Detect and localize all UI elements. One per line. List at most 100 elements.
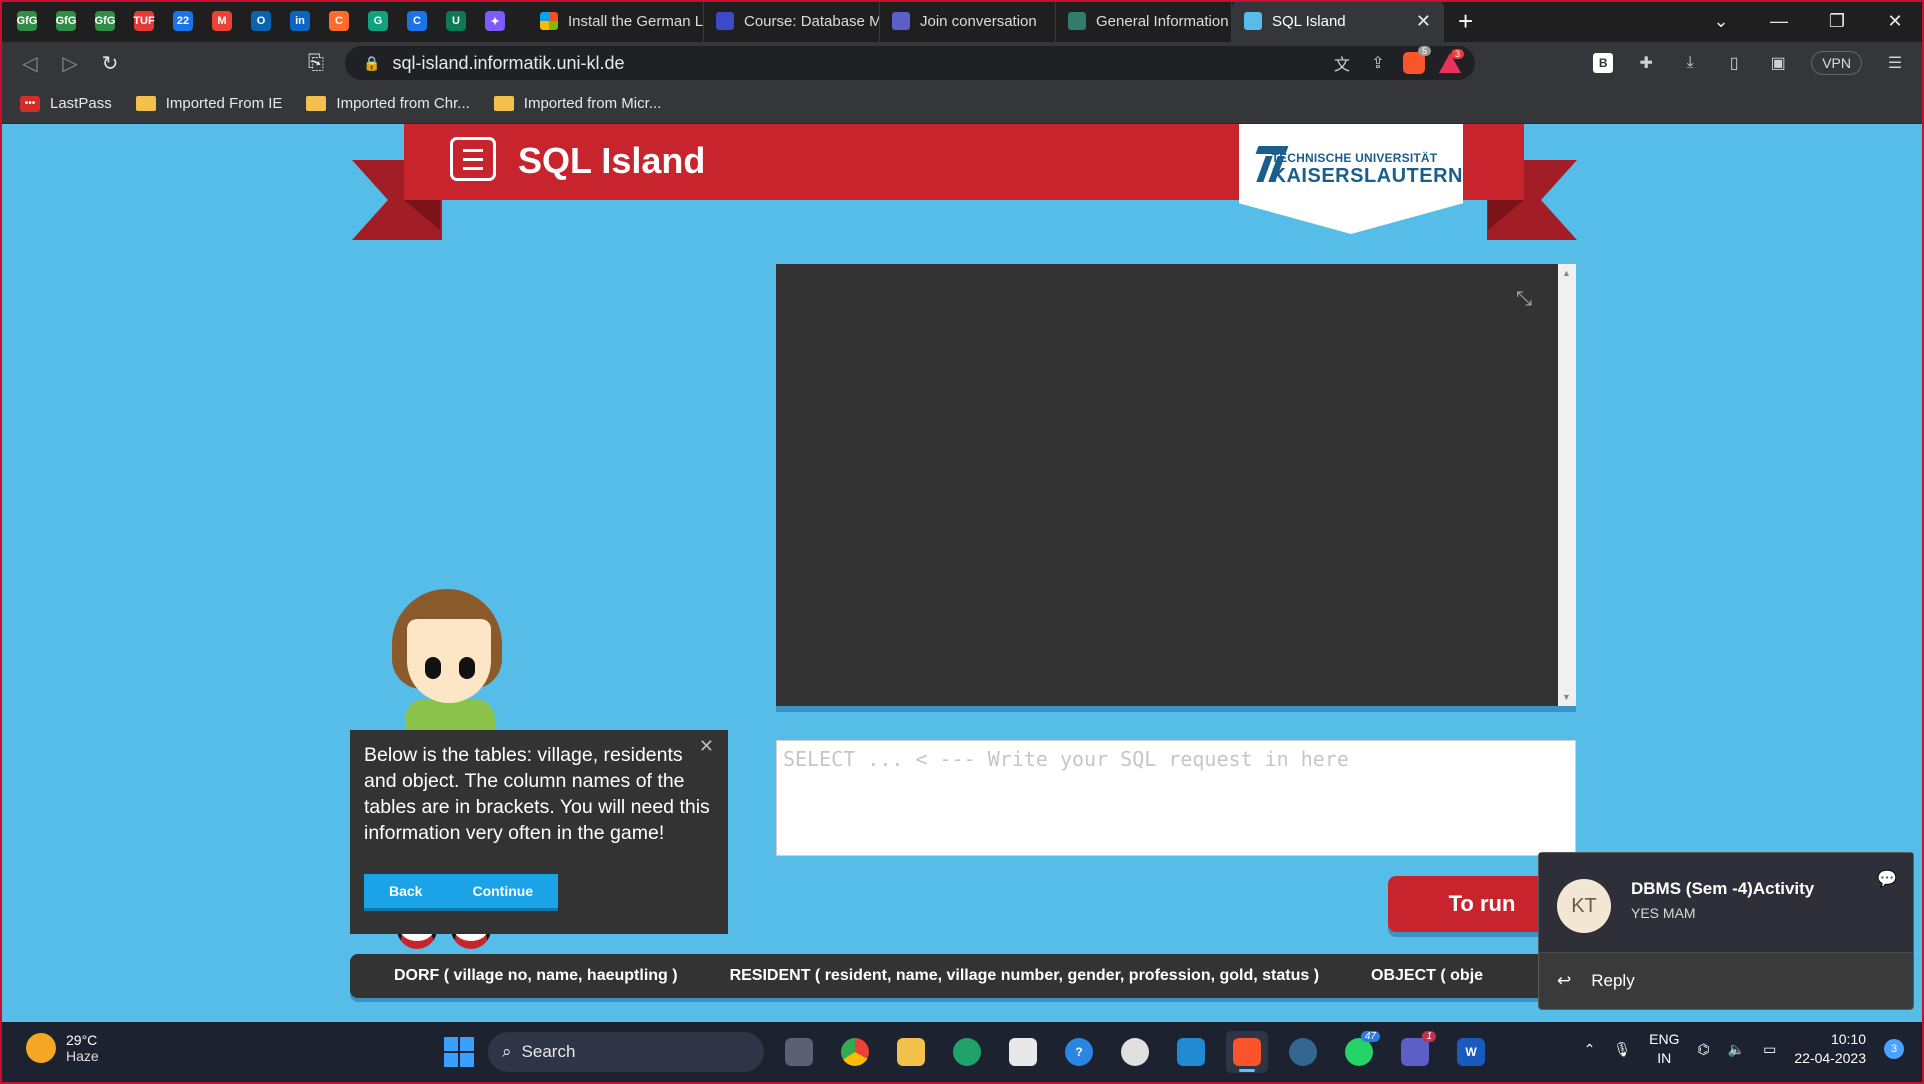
word-icon[interactable]: W bbox=[1450, 1031, 1492, 1073]
reply-button[interactable]: ↩ Reply bbox=[1539, 953, 1913, 1009]
forms-icon bbox=[1068, 12, 1086, 30]
menu-icon[interactable]: ☰ bbox=[1884, 52, 1906, 74]
bookmark-folder-microsoft[interactable]: Imported from Micr... bbox=[493, 95, 661, 112]
continue-button[interactable]: Continue bbox=[447, 874, 558, 908]
battery-icon[interactable]: ▭ bbox=[1763, 1041, 1776, 1058]
notification-count-badge[interactable]: 3 bbox=[1884, 1039, 1904, 1059]
scroll-down-icon[interactable]: ▼ bbox=[1562, 692, 1571, 702]
bookmarks-bar: ••• LastPass Imported From IE Imported f… bbox=[0, 84, 1924, 124]
university-logo[interactable]: TECHNISCHE UNIVERSITÄT KAISERSLAUTERN bbox=[1239, 124, 1463, 234]
chat-icon[interactable]: 💬 bbox=[1877, 869, 1897, 889]
edge-icon[interactable] bbox=[946, 1031, 988, 1073]
browser-toolbar: ◁ ▷ ↻ ⎘ 🔒 sql-island.informatik.uni-kl.d… bbox=[0, 42, 1924, 84]
brave-shields-icon[interactable]: 5 bbox=[1403, 46, 1431, 74]
task-view-icon[interactable] bbox=[778, 1031, 820, 1073]
table-object: OBJECT ( obje bbox=[1371, 967, 1484, 984]
chrome-icon[interactable] bbox=[834, 1031, 876, 1073]
weather-widget[interactable]: 29°C Haze bbox=[26, 1032, 99, 1064]
game-menu-icon[interactable] bbox=[450, 137, 496, 181]
console-scrollbar[interactable]: ▲ ▼ bbox=[1558, 264, 1576, 706]
close-dialog-icon[interactable]: ✕ bbox=[699, 736, 714, 757]
close-tab-icon[interactable]: ✕ bbox=[1416, 11, 1431, 32]
bookmark-folder-ie[interactable]: Imported From IE bbox=[135, 95, 282, 112]
new-tab-button[interactable]: + bbox=[1458, 6, 1473, 37]
tab-join-conversation[interactable]: Join conversation bbox=[880, 0, 1056, 42]
output-console[interactable]: ⤡ ▲ ▼ bbox=[776, 264, 1576, 712]
bookmark-folder-chrome[interactable]: Imported from Chr... bbox=[306, 95, 470, 112]
table-dorf: DORF ( village no, name, haeuptling ) bbox=[394, 967, 678, 984]
vpn-button[interactable]: VPN bbox=[1811, 51, 1862, 75]
fullscreen-icon[interactable]: ⤡ bbox=[1516, 288, 1540, 312]
pinned-tab[interactable]: TUF bbox=[129, 6, 159, 36]
forward-icon[interactable]: ▷ bbox=[50, 51, 90, 76]
dialog-buttons: Back Continue bbox=[364, 874, 559, 911]
share-icon[interactable]: ⇪ bbox=[1367, 52, 1389, 74]
tab-search-icon[interactable]: ⌄ bbox=[1692, 11, 1750, 32]
restore-icon[interactable]: ❐ bbox=[1808, 11, 1866, 32]
tab-install-german[interactable]: Install the German Langu bbox=[528, 0, 704, 42]
pinned-tab[interactable]: in bbox=[285, 6, 315, 36]
pinned-tab[interactable]: GfG bbox=[90, 6, 120, 36]
translate-icon[interactable]: 文 bbox=[1331, 52, 1353, 74]
language-indicator[interactable]: ENG IN bbox=[1649, 1030, 1679, 1068]
minimize-icon[interactable]: — bbox=[1750, 11, 1808, 32]
pinned-tabs: GfG GfG GfG TUF 22 M Oin C G C U ✦ bbox=[0, 6, 510, 36]
sidebar-icon[interactable]: ▯ bbox=[1723, 52, 1745, 74]
reload-icon[interactable]: ↻ bbox=[90, 51, 130, 76]
whatsapp-icon[interactable]: 47 bbox=[1338, 1031, 1380, 1073]
mic-muted-icon[interactable]: 🎙 bbox=[1613, 1041, 1631, 1058]
volume-icon[interactable]: 🔈 bbox=[1728, 1041, 1745, 1058]
bookmark-icon[interactable]: ⎘ bbox=[296, 52, 336, 75]
pinned-tab[interactable]: O bbox=[246, 6, 276, 36]
close-window-icon[interactable]: ✕ bbox=[1866, 11, 1924, 32]
pinned-tab[interactable]: C bbox=[402, 6, 432, 36]
pinned-tab[interactable]: G bbox=[363, 6, 393, 36]
haze-icon bbox=[26, 1033, 56, 1063]
brave-icon[interactable] bbox=[1226, 1031, 1268, 1073]
clock[interactable]: 10:10 22-04-2023 bbox=[1794, 1030, 1866, 1068]
pinned-tab[interactable]: GfG bbox=[51, 6, 81, 36]
pinned-tab[interactable]: ✦ bbox=[480, 6, 510, 36]
pinned-tab[interactable]: GfG bbox=[12, 6, 42, 36]
start-icon[interactable] bbox=[444, 1037, 474, 1067]
toolbar-actions: B ✚ ⤓ ▯ ▣ VPN ☰ bbox=[1593, 42, 1906, 84]
tab-course-database[interactable]: Course: Database Manage bbox=[704, 0, 880, 42]
clock-app-icon[interactable] bbox=[1114, 1031, 1156, 1073]
bookmark-lastpass[interactable]: ••• LastPass bbox=[20, 95, 112, 112]
pinned-tab[interactable]: M bbox=[207, 6, 237, 36]
brave-rewards-icon[interactable]: 3 bbox=[1439, 49, 1464, 73]
pinned-tab-icon: G bbox=[368, 11, 388, 31]
wifi-icon[interactable]: ⌬ bbox=[1697, 1041, 1709, 1058]
tab-general-information[interactable]: General Information bbox=[1056, 0, 1232, 42]
pinned-tab[interactable]: U bbox=[441, 6, 471, 36]
taskbar-search[interactable]: ⌕ Search bbox=[488, 1032, 764, 1072]
microsoft-store-icon[interactable] bbox=[1002, 1031, 1044, 1073]
avatar: KT bbox=[1557, 879, 1611, 933]
island-icon bbox=[1244, 12, 1262, 30]
pinned-tab[interactable]: C bbox=[324, 6, 354, 36]
folder-icon bbox=[493, 96, 514, 111]
file-explorer-icon[interactable] bbox=[890, 1031, 932, 1073]
scroll-up-icon[interactable]: ▲ bbox=[1562, 268, 1571, 278]
url-text: sql-island.informatik.uni-kl.de bbox=[392, 52, 625, 73]
back-button[interactable]: Back bbox=[364, 874, 447, 908]
notification-message: YES MAM bbox=[1631, 905, 1696, 921]
extension-b-icon[interactable]: B bbox=[1593, 53, 1614, 73]
wallet-icon[interactable]: ▣ bbox=[1767, 52, 1789, 74]
dialog-text: Below is the tables: village, residents … bbox=[364, 744, 710, 844]
show-hidden-icons-icon[interactable]: ⌃ bbox=[1584, 1041, 1596, 1058]
downloads-icon[interactable]: ⤓ bbox=[1679, 52, 1701, 74]
extensions-puzzle-icon[interactable]: ✚ bbox=[1635, 52, 1657, 74]
lock-icon: 🔒 bbox=[363, 54, 381, 71]
teams-notification[interactable]: KT DBMS (Sem -4)Activity YES MAM 💬 ↩ Rep… bbox=[1538, 852, 1914, 1010]
postgresql-icon[interactable] bbox=[1282, 1031, 1324, 1073]
notification-title: DBMS (Sem -4)Activity bbox=[1631, 879, 1815, 898]
pinned-tab[interactable]: 22 bbox=[168, 6, 198, 36]
tips-icon[interactable]: ? bbox=[1058, 1031, 1100, 1073]
tab-sql-island[interactable]: SQL Island ✕ bbox=[1232, 0, 1444, 42]
address-bar[interactable]: 🔒 sql-island.informatik.uni-kl.de 文 ⇪ 5 … bbox=[345, 46, 1475, 80]
sql-query-input[interactable] bbox=[776, 740, 1576, 856]
teams-icon[interactable]: 1 bbox=[1394, 1031, 1436, 1073]
vscode-icon[interactable] bbox=[1170, 1031, 1212, 1073]
back-icon[interactable]: ◁ bbox=[10, 51, 50, 76]
